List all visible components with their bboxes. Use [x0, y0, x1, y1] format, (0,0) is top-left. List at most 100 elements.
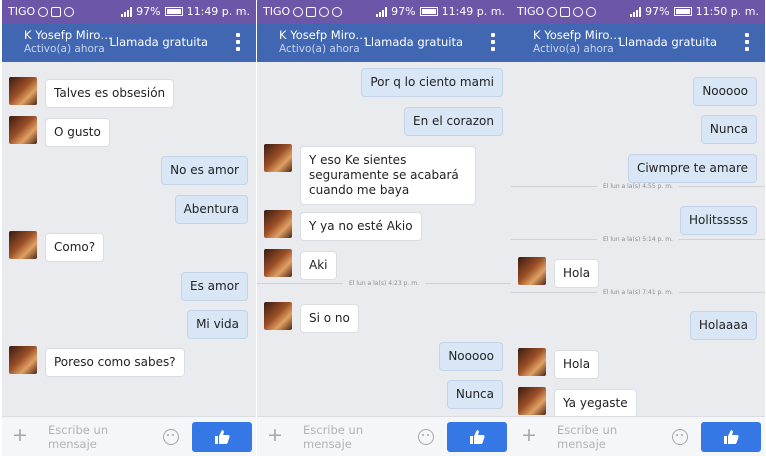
- message-bubble[interactable]: Mi vida: [187, 310, 248, 339]
- message-bubble[interactable]: Aki: [300, 251, 337, 280]
- thumbs-up-icon: [470, 430, 485, 444]
- message-bubble[interactable]: Por q lo ciento mami: [361, 68, 503, 97]
- contact-name[interactable]: K Yosefp Miro…: [533, 28, 621, 42]
- contact-name[interactable]: K Yosefp Miro…: [24, 28, 112, 42]
- timestamp-divider: El lun a la(s) 4:55 p. m.: [511, 181, 765, 191]
- message-icon: [547, 6, 558, 17]
- active-status: Activo(a) ahora: [279, 43, 360, 55]
- message-icon: [38, 6, 49, 17]
- message-bubble[interactable]: Nunca: [700, 115, 757, 144]
- message-input[interactable]: Escribe un mensaje: [48, 423, 148, 451]
- voicemail-icon: [586, 6, 597, 17]
- voicemail-icon: [64, 6, 75, 17]
- message-bubble[interactable]: Nunca: [446, 380, 503, 409]
- avatar[interactable]: [9, 346, 37, 374]
- avatar[interactable]: [264, 249, 292, 277]
- thumbs-up-icon: [215, 430, 230, 444]
- avatar[interactable]: [264, 144, 292, 172]
- signal-icon: [121, 6, 133, 17]
- emoji-icon[interactable]: [163, 429, 179, 445]
- more-menu-icon[interactable]: [236, 33, 240, 51]
- voicemail-icon: [332, 6, 343, 17]
- timestamp-divider: El lun a la(s) 7:41 p. m.: [511, 287, 765, 297]
- battery-percent: 97%: [391, 5, 416, 18]
- emoji-icon[interactable]: [672, 429, 688, 445]
- timestamp-label: El lun a la(s) 7:41 p. m.: [603, 289, 673, 296]
- message-bubble[interactable]: Abentura: [174, 195, 248, 224]
- more-menu-icon[interactable]: [745, 33, 749, 51]
- message-bubble[interactable]: Ciwmpre te amare: [627, 154, 757, 183]
- emoji-icon[interactable]: [418, 429, 434, 445]
- message-bubble[interactable]: Y eso Ke sientes seguramente se acabará …: [300, 146, 476, 205]
- cloud-icon: [573, 6, 584, 17]
- status-bar: TIGO 97% 11:49 p. m.: [2, 0, 256, 24]
- clock: 11:49 p. m.: [186, 5, 250, 18]
- free-call-button[interactable]: Llamada gratuita: [109, 35, 208, 49]
- conversation-header: K Yosefp Miro… Activo(a) ahora Llamada g…: [511, 24, 765, 62]
- message-bubble[interactable]: Ya yegaste: [554, 389, 637, 418]
- timestamp-divider: El lun a la(s) 5:14 p. m.: [511, 234, 765, 244]
- message-bubble[interactable]: No es amor: [161, 156, 248, 185]
- message-bubble[interactable]: Hola: [554, 259, 600, 288]
- carrier-label: TIGO: [517, 5, 545, 18]
- plus-icon[interactable]: +: [521, 426, 537, 445]
- battery-icon: [419, 7, 438, 16]
- conversation-header: K Yosefp Miro… Activo(a) ahora Llamada g…: [2, 24, 256, 62]
- timestamp-label: El lun a la(s) 4:55 p. m.: [603, 183, 673, 190]
- avatar[interactable]: [9, 77, 37, 105]
- status-bar: TIGO 97% 11:49 p. m.: [257, 0, 511, 24]
- free-call-button[interactable]: Llamada gratuita: [364, 35, 463, 49]
- cloud-icon: [319, 6, 330, 17]
- clock: 11:49 p. m.: [441, 5, 505, 18]
- message-input[interactable]: Escribe un mensaje: [557, 423, 657, 451]
- avatar[interactable]: [264, 210, 292, 238]
- composer-bar: + Escribe un mensaje: [257, 416, 511, 456]
- message-bubble[interactable]: Como?: [45, 233, 105, 262]
- message-input[interactable]: Escribe un mensaje: [303, 423, 403, 451]
- message-bubble[interactable]: Es amor: [181, 272, 248, 301]
- active-status: Activo(a) ahora: [533, 43, 614, 55]
- chat-screen-1: TIGO 97% 11:49 p. m. K Yosefp Miro… Acti…: [2, 0, 256, 456]
- battery-percent: 97%: [136, 5, 161, 18]
- timestamp-label: El lun a la(s) 4:23 p. m.: [349, 280, 419, 287]
- avatar[interactable]: [9, 231, 37, 259]
- message-bubble[interactable]: Talves es obsesión: [45, 79, 175, 108]
- photo-icon: [306, 6, 317, 17]
- photo-icon: [51, 6, 62, 17]
- free-call-button[interactable]: Llamada gratuita: [618, 35, 717, 49]
- avatar[interactable]: [264, 302, 292, 330]
- chat-screen-3: TIGO 97% 11:50 p. m. K Yosefp Miro… Acti…: [511, 0, 765, 456]
- timestamp-label: El lun a la(s) 5:14 p. m.: [603, 236, 673, 243]
- message-bubble[interactable]: Hola: [554, 350, 600, 379]
- message-bubble[interactable]: O gusto: [45, 118, 110, 147]
- like-button[interactable]: [192, 422, 252, 452]
- battery-percent: 97%: [645, 5, 670, 18]
- active-status: Activo(a) ahora: [24, 43, 105, 55]
- message-bubble[interactable]: Holitsssss: [680, 206, 757, 235]
- avatar[interactable]: [9, 116, 37, 144]
- message-bubble[interactable]: Si o no: [300, 304, 359, 333]
- message-bubble[interactable]: En el corazon: [403, 107, 503, 136]
- message-bubble[interactable]: Nooooo: [693, 77, 757, 106]
- composer-bar: + Escribe un mensaje: [511, 416, 765, 456]
- message-bubble[interactable]: Holaaaa: [689, 311, 757, 340]
- carrier-label: TIGO: [263, 5, 291, 18]
- composer-bar: + Escribe un mensaje: [2, 416, 256, 456]
- like-button[interactable]: [447, 422, 507, 452]
- signal-icon: [376, 6, 388, 17]
- avatar[interactable]: [518, 257, 546, 285]
- battery-icon: [164, 7, 183, 16]
- avatar[interactable]: [518, 348, 546, 376]
- like-button[interactable]: [701, 422, 761, 452]
- carrier-label: TIGO: [8, 5, 36, 18]
- message-bubble[interactable]: Poreso como sabes?: [45, 348, 185, 377]
- more-menu-icon[interactable]: [491, 33, 495, 51]
- battery-icon: [673, 7, 692, 16]
- photo-icon: [560, 6, 571, 17]
- message-bubble[interactable]: Nooooo: [439, 342, 503, 371]
- contact-name[interactable]: K Yosefp Miro…: [279, 28, 367, 42]
- avatar[interactable]: [518, 387, 546, 415]
- plus-icon[interactable]: +: [267, 426, 283, 445]
- message-bubble[interactable]: Y ya no esté Akio: [300, 212, 422, 241]
- plus-icon[interactable]: +: [12, 426, 28, 445]
